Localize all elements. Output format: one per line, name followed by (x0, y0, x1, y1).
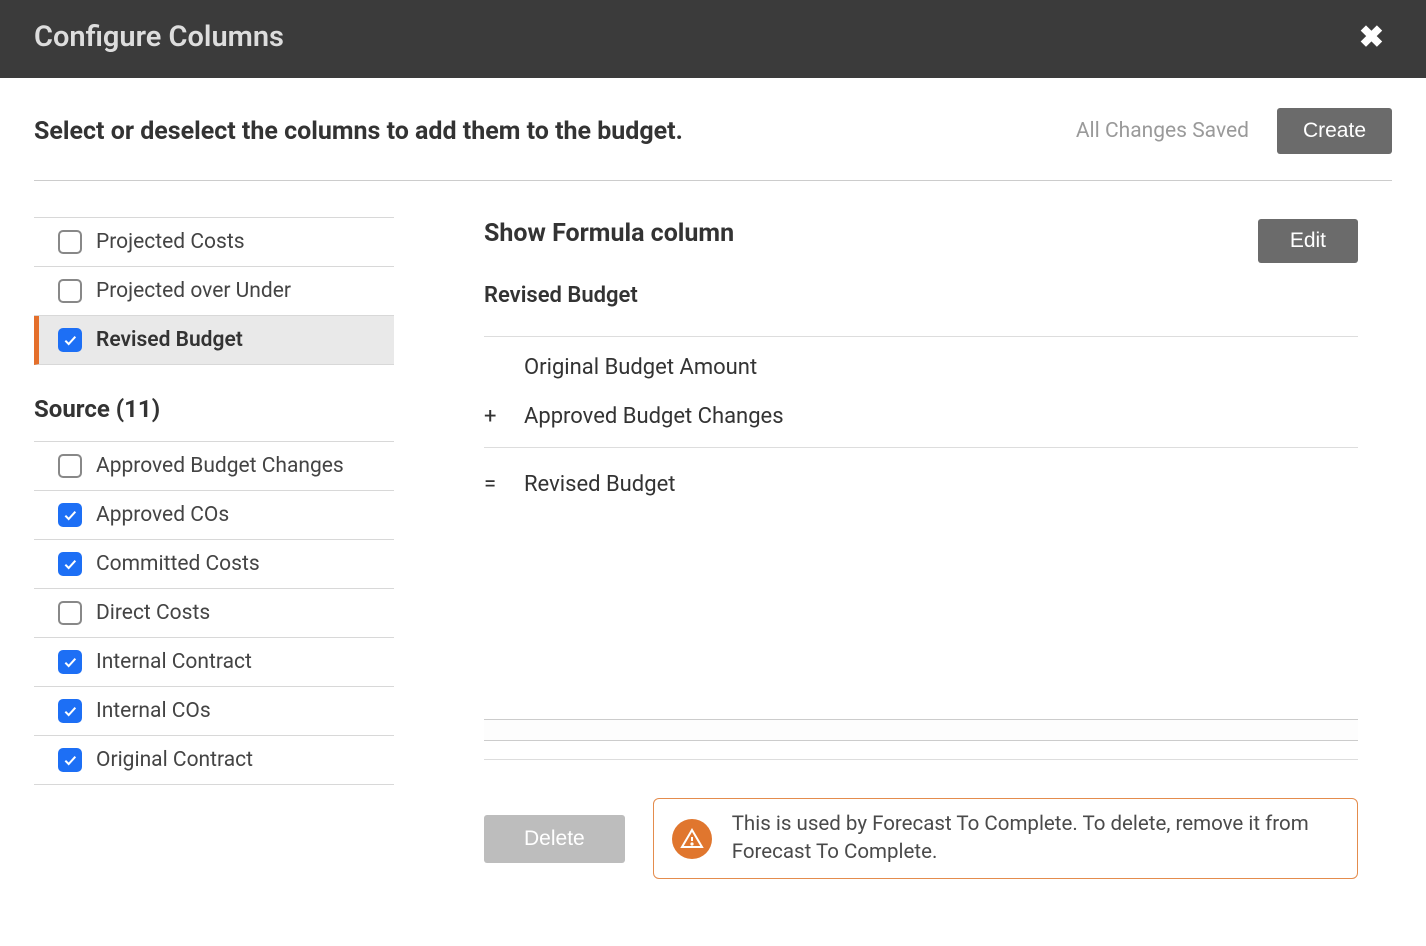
modal-header: Configure Columns ✖ (0, 0, 1426, 78)
close-icon[interactable]: ✖ (1359, 20, 1392, 55)
formula-panel-title: Show Formula column (484, 219, 734, 248)
source-item-label: Internal COs (96, 699, 211, 723)
detail-panel: Show Formula column Edit Revised Budget … (394, 217, 1392, 937)
equals-sign: = (484, 472, 524, 497)
column-item[interactable]: Projected Costs (34, 218, 394, 267)
formula-result: = Revised Budget (484, 450, 1358, 519)
source-item[interactable]: Direct Costs (34, 589, 394, 638)
column-item-label: Projected over Under (96, 279, 291, 303)
column-item[interactable]: Projected over Under (34, 267, 394, 316)
source-section-header: Source (11) (34, 365, 394, 441)
column-item-label: Projected Costs (96, 230, 245, 254)
checkbox[interactable] (58, 650, 82, 674)
column-item-label: Revised Budget (96, 328, 243, 352)
column-item[interactable]: Revised Budget (34, 316, 394, 365)
formula-operator: + (484, 404, 524, 429)
formula-term: Original Budget Amount (524, 355, 757, 380)
checkbox[interactable] (58, 503, 82, 527)
source-item[interactable]: Internal COs (34, 687, 394, 736)
column-sidebar: Projected Costs Projected over Under Revis… (34, 217, 394, 937)
checkbox[interactable] (58, 230, 82, 254)
create-button[interactable]: Create (1277, 108, 1392, 154)
instruction-text: Select or deselect the columns to add th… (34, 117, 683, 146)
source-item-label: Approved Budget Changes (96, 454, 344, 478)
source-item-label: Approved COs (96, 503, 229, 527)
source-item[interactable]: Approved Budget Changes (34, 442, 394, 491)
formula-result-term: Revised Budget (524, 472, 675, 497)
source-item[interactable]: Original Contract (34, 736, 394, 785)
formula-term: Approved Budget Changes (524, 404, 784, 429)
checkbox[interactable] (58, 454, 82, 478)
save-status: All Changes Saved (1076, 119, 1249, 143)
delete-button[interactable]: Delete (484, 815, 625, 863)
checkbox[interactable] (58, 279, 82, 303)
warning-text: This is used by Forecast To Complete. To… (732, 811, 1339, 866)
checkbox[interactable] (58, 601, 82, 625)
formula-row: Original Budget Amount (484, 343, 1358, 392)
source-item-label: Direct Costs (96, 601, 210, 625)
formula-block: Original Budget Amount+Approved Budget C… (484, 336, 1358, 448)
checkbox[interactable] (58, 748, 82, 772)
source-item[interactable]: Committed Costs (34, 540, 394, 589)
warning-icon (672, 819, 712, 859)
divider-bar (484, 719, 1358, 741)
source-item[interactable]: Internal Contract (34, 638, 394, 687)
source-item-label: Original Contract (96, 748, 253, 772)
source-item[interactable]: Approved COs (34, 491, 394, 540)
checkbox[interactable] (58, 699, 82, 723)
modal-title: Configure Columns (34, 20, 284, 54)
delete-warning: This is used by Forecast To Complete. To… (653, 798, 1358, 879)
divider-line (484, 759, 1358, 760)
checkbox[interactable] (58, 552, 82, 576)
checkbox[interactable] (58, 328, 82, 352)
subheader: Select or deselect the columns to add th… (34, 108, 1392, 181)
source-item-label: Committed Costs (96, 552, 260, 576)
source-item-label: Internal Contract (96, 650, 252, 674)
column-name: Revised Budget (484, 283, 1358, 308)
formula-row: +Approved Budget Changes (484, 392, 1358, 441)
edit-button[interactable]: Edit (1258, 219, 1358, 263)
